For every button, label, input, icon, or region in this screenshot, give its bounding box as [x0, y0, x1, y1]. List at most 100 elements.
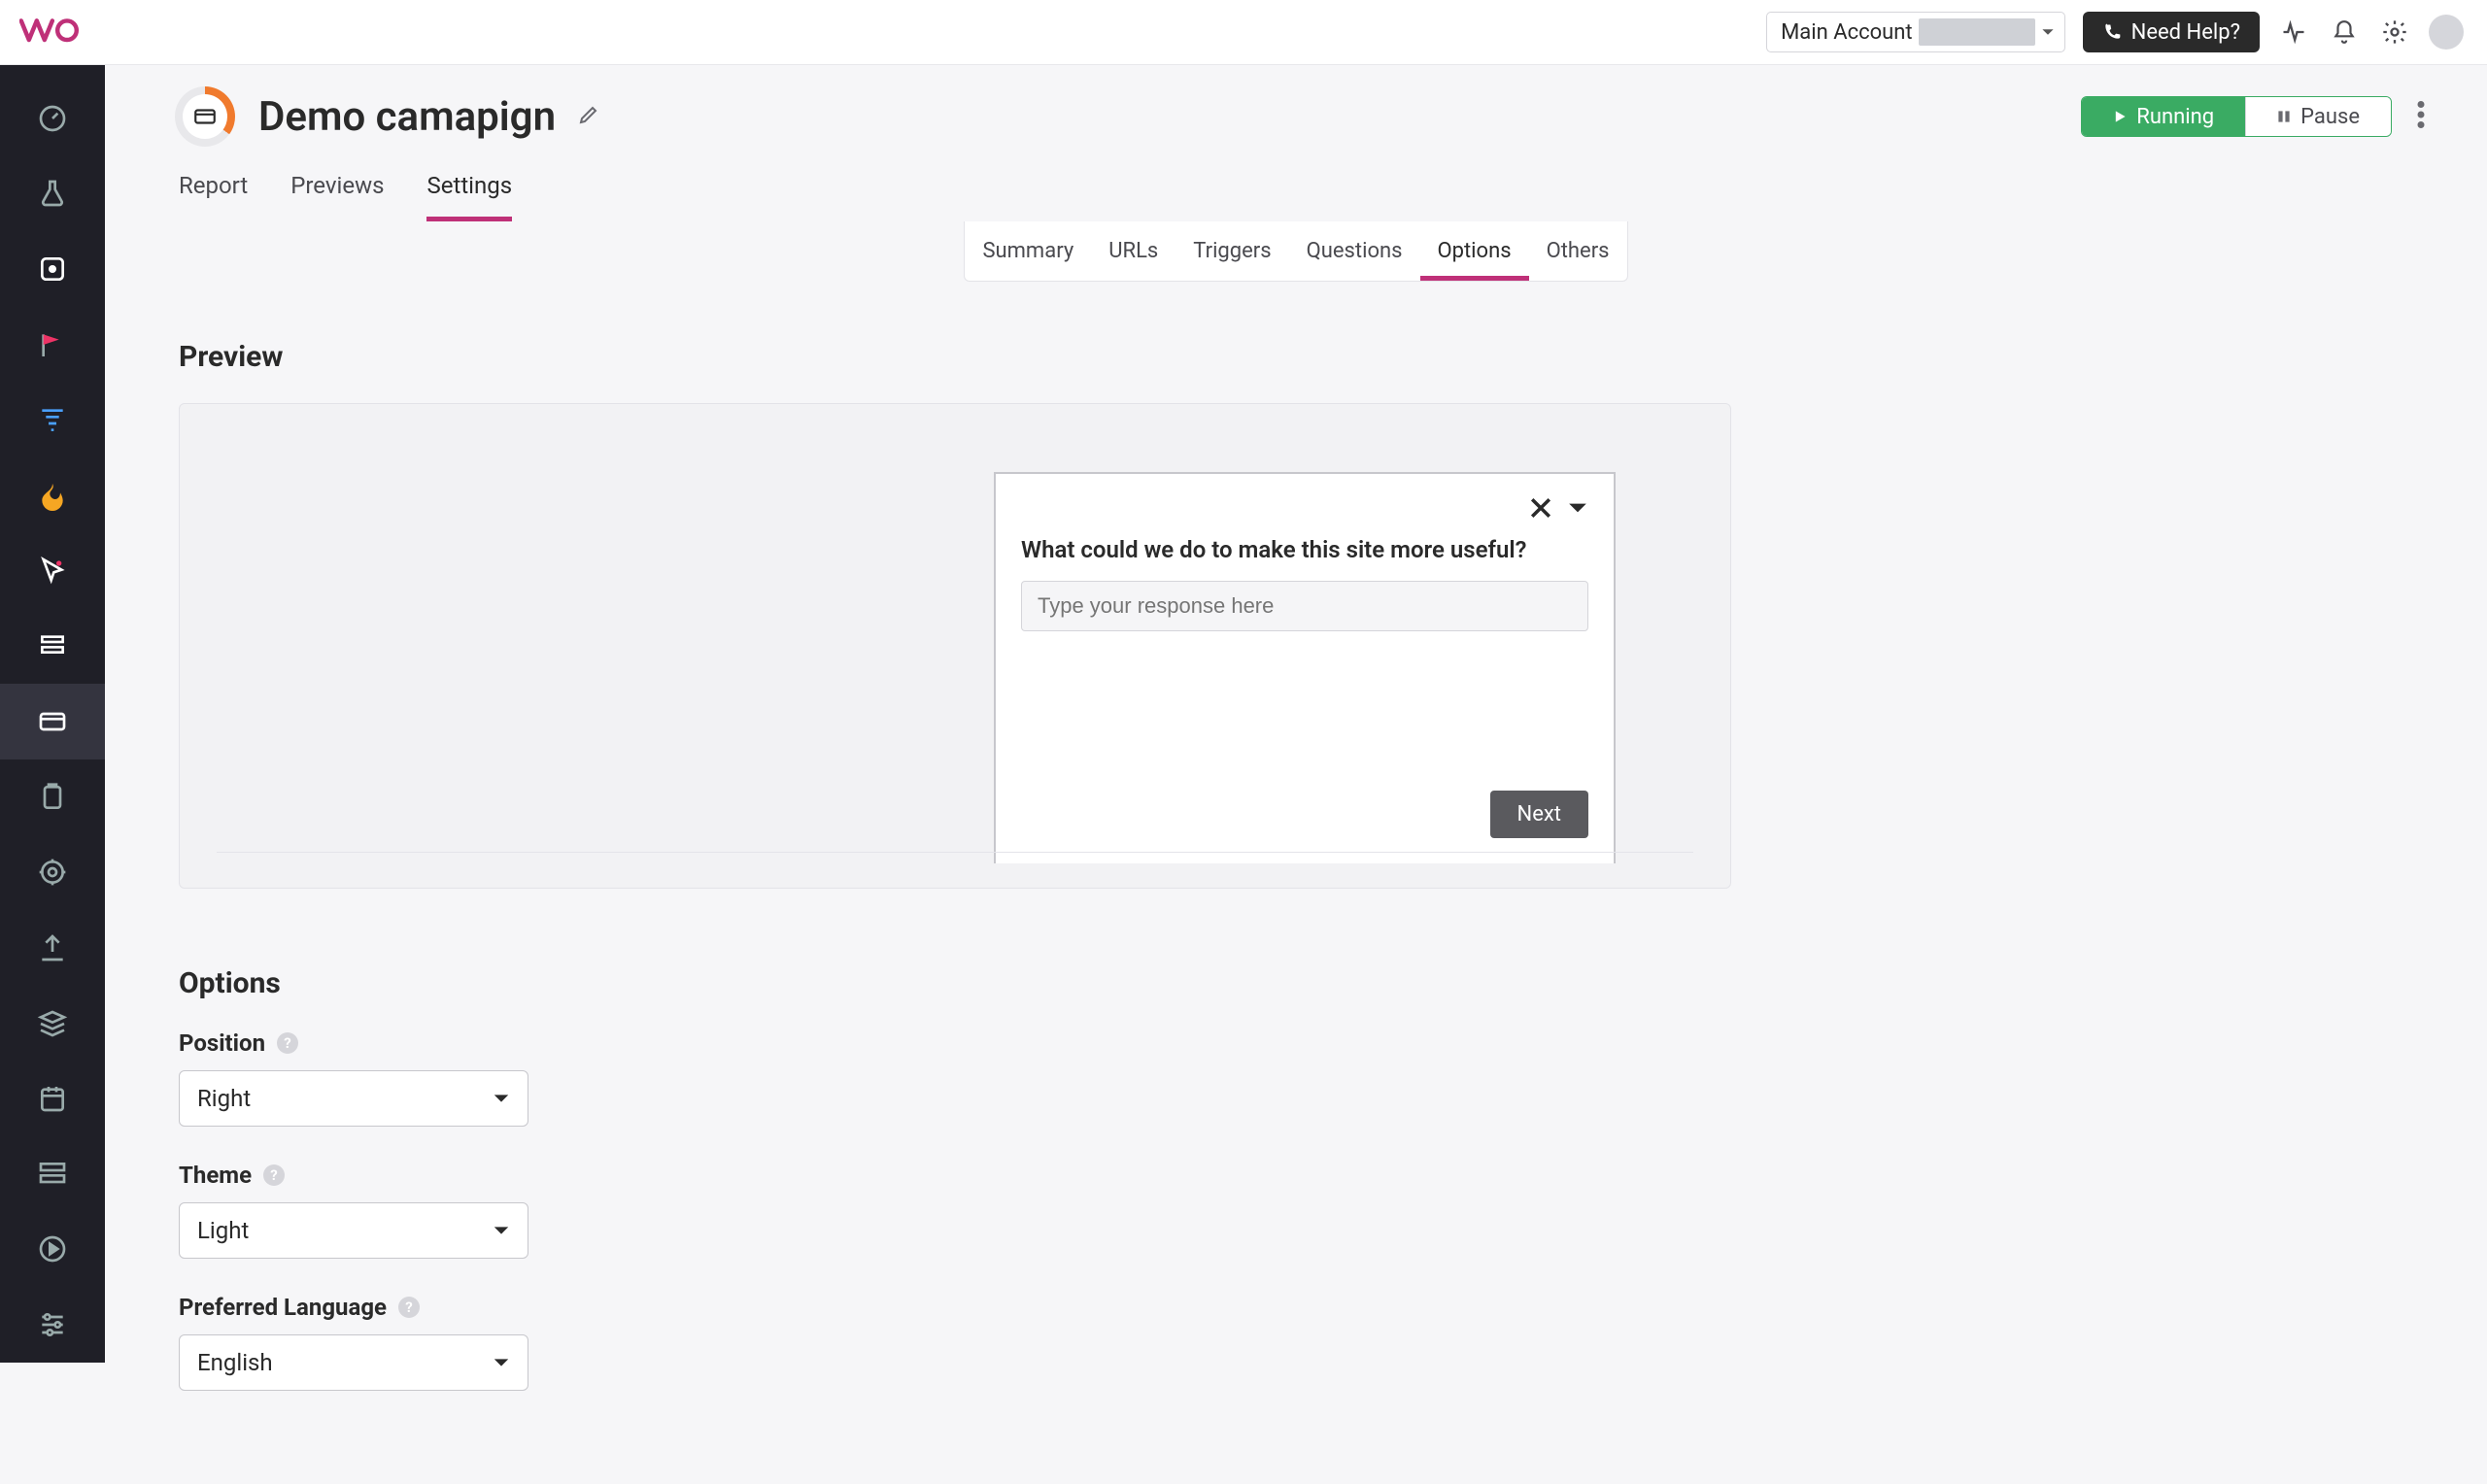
- play-circle-icon: [37, 1233, 68, 1265]
- play-icon: [2113, 110, 2127, 123]
- kebab-icon: [2417, 101, 2425, 128]
- theme-label: Theme: [179, 1162, 252, 1189]
- notifications-icon[interactable]: [2328, 16, 2361, 49]
- user-avatar[interactable]: [2429, 15, 2464, 50]
- cursor-icon: [37, 556, 68, 587]
- sidebar-item-tutorials[interactable]: [0, 1212, 105, 1288]
- sidebar-item-goals[interactable]: [0, 307, 105, 383]
- flask-icon: [37, 178, 68, 209]
- secondary-tabs: Summary URLs Triggers Questions Options …: [964, 221, 1627, 282]
- sidebar-item-app[interactable]: [0, 231, 105, 307]
- survey-widget: What could we do to make this site more …: [994, 472, 1616, 863]
- flag-icon: [37, 329, 68, 360]
- survey-next-button[interactable]: Next: [1490, 791, 1588, 838]
- chevron-down-icon: [1567, 497, 1588, 519]
- sidebar-item-dashboard[interactable]: [0, 81, 105, 156]
- position-help-icon[interactable]: ?: [277, 1032, 298, 1054]
- settings-icon[interactable]: [2378, 16, 2411, 49]
- survey-response-input[interactable]: [1021, 581, 1588, 631]
- subtab-urls[interactable]: URLs: [1091, 221, 1175, 281]
- survey-question: What could we do to make this site more …: [1021, 536, 1588, 563]
- pause-icon: [2277, 110, 2291, 123]
- preview-baseline: [217, 852, 1693, 853]
- need-help-button[interactable]: Need Help?: [2083, 12, 2260, 52]
- app-window-icon: [37, 253, 68, 285]
- sidebar-item-cms[interactable]: [0, 1136, 105, 1212]
- chevron-down-icon: [2041, 25, 2055, 39]
- activity-icon[interactable]: [2277, 16, 2310, 49]
- subtab-options[interactable]: Options: [1420, 221, 1529, 281]
- campaign-progress-icon: [175, 86, 235, 147]
- survey-close-button[interactable]: [1530, 497, 1551, 523]
- sidebar-item-heatmaps[interactable]: [0, 457, 105, 533]
- topbar: Main Account Need Help?: [0, 0, 2487, 65]
- field-position: Position ? Right: [179, 1029, 1731, 1127]
- layout-icon: [37, 1159, 68, 1190]
- content: Preview What could we do to make this si…: [105, 282, 1805, 1484]
- pause-segment[interactable]: Pause: [2245, 97, 2391, 136]
- close-icon: [1530, 497, 1551, 519]
- position-value: Right: [197, 1085, 251, 1112]
- language-help-icon[interactable]: ?: [398, 1297, 420, 1318]
- language-select[interactable]: English: [179, 1334, 528, 1391]
- sliders-icon: [37, 1309, 68, 1340]
- theme-help-icon[interactable]: ?: [263, 1164, 285, 1186]
- tab-report[interactable]: Report: [179, 172, 248, 221]
- gauge-icon: [37, 103, 68, 134]
- pencil-icon: [577, 103, 600, 126]
- fire-icon: [37, 480, 68, 511]
- stack-icon: [37, 1008, 68, 1039]
- subtab-summary[interactable]: Summary: [965, 221, 1091, 281]
- calendar-icon: [37, 1083, 68, 1114]
- sidebar-item-recordings[interactable]: [0, 533, 105, 609]
- account-selector[interactable]: Main Account: [1766, 12, 2065, 52]
- more-actions-button[interactable]: [2417, 101, 2425, 132]
- sidebar-item-testing[interactable]: [0, 156, 105, 232]
- chevron-down-icon: [493, 1090, 510, 1107]
- position-select[interactable]: Right: [179, 1070, 528, 1127]
- theme-select[interactable]: Light: [179, 1202, 528, 1259]
- funnel-icon: [37, 404, 68, 435]
- theme-value: Light: [197, 1217, 249, 1244]
- account-label: Main Account: [1781, 20, 1913, 45]
- running-segment[interactable]: Running: [2082, 97, 2245, 136]
- sidebar-item-uploads[interactable]: [0, 910, 105, 986]
- subtab-questions[interactable]: Questions: [1289, 221, 1420, 281]
- subtab-others[interactable]: Others: [1529, 221, 1627, 281]
- main: Demo camapign Running Pause Report Previ…: [105, 65, 2487, 1484]
- phone-icon: [2102, 22, 2122, 42]
- preview-heading: Preview: [179, 340, 1731, 374]
- account-name-redacted: [1919, 18, 2035, 46]
- survey-collapse-button[interactable]: [1567, 497, 1588, 523]
- sidebar-item-targeting[interactable]: [0, 834, 105, 910]
- page-header: Demo camapign Running Pause: [105, 65, 2487, 147]
- form-icon: [37, 630, 68, 661]
- survey-small-icon: [192, 104, 218, 129]
- edit-title-button[interactable]: [577, 103, 600, 130]
- sidebar-item-calendar[interactable]: [0, 1061, 105, 1136]
- field-language: Preferred Language ? English: [179, 1294, 1731, 1391]
- vwo-logo[interactable]: [19, 17, 115, 48]
- survey-icon: [37, 706, 68, 737]
- target-icon: [37, 857, 68, 888]
- sidebar-item-stack[interactable]: [0, 986, 105, 1062]
- position-label: Position: [179, 1029, 265, 1057]
- chevron-down-icon: [493, 1354, 510, 1371]
- options-heading: Options: [179, 966, 1731, 1000]
- language-value: English: [197, 1349, 273, 1376]
- sidebar-item-funnels[interactable]: [0, 383, 105, 458]
- field-theme: Theme ? Light: [179, 1162, 1731, 1259]
- preview-box: What could we do to make this site more …: [179, 403, 1731, 889]
- tab-settings[interactable]: Settings: [426, 172, 512, 221]
- page-title: Demo camapign: [258, 93, 556, 141]
- need-help-label: Need Help?: [2131, 20, 2240, 45]
- subtab-triggers[interactable]: Triggers: [1175, 221, 1288, 281]
- sidebar-item-surveys[interactable]: [0, 684, 105, 759]
- running-label: Running: [2136, 105, 2214, 129]
- status-toggle: Running Pause: [2081, 96, 2392, 137]
- sidebar-item-forms[interactable]: [0, 608, 105, 684]
- chevron-down-icon: [493, 1222, 510, 1239]
- tab-previews[interactable]: Previews: [290, 172, 384, 221]
- sidebar-item-scheduler[interactable]: [0, 759, 105, 835]
- sidebar-item-configure[interactable]: [0, 1287, 105, 1363]
